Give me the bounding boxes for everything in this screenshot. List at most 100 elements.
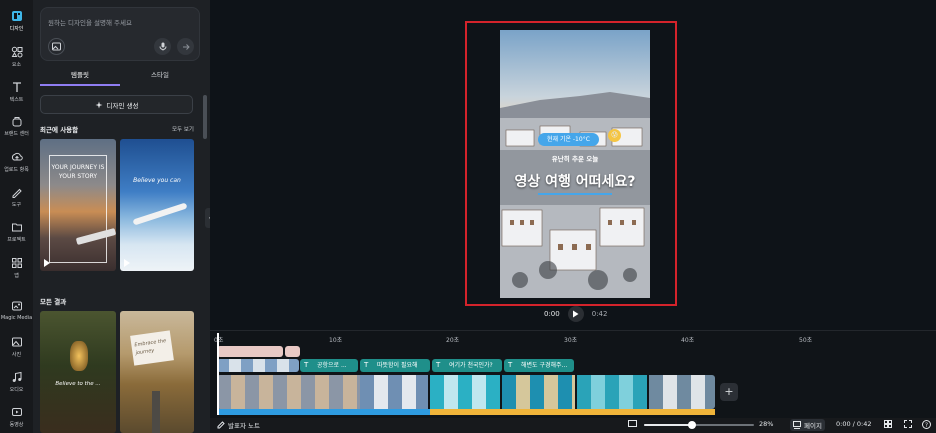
zoom-slider[interactable]: [644, 421, 754, 429]
rail-item-brand[interactable]: 브랜드 센터: [0, 115, 33, 137]
video-clip[interactable]: [649, 375, 715, 409]
fullscreen-button[interactable]: [904, 420, 912, 428]
grid-icon: [884, 420, 892, 428]
tab-styles[interactable]: 스타일: [120, 68, 200, 86]
rail-item-audio[interactable]: 오디오: [0, 371, 33, 393]
rail-label: 텍스트: [9, 97, 24, 103]
video-clip[interactable]: [502, 375, 575, 409]
audio-track[interactable]: [217, 409, 715, 415]
pages-button[interactable]: 페이지: [790, 419, 825, 431]
graphic-clip[interactable]: [285, 346, 300, 357]
help-button[interactable]: ?: [922, 420, 931, 429]
help-icon: ?: [922, 420, 931, 429]
text-clip-label: 여기가 천국인가?: [449, 362, 493, 369]
template-text: YOUR JOURNEY IS YOUR STORY: [51, 164, 105, 180]
video-clip[interactable]: [217, 375, 360, 409]
audio-segment[interactable]: [217, 409, 430, 415]
cold-face-icon: 😰: [608, 129, 621, 142]
panel-tabs: 템플릿 스타일: [40, 68, 200, 86]
headline-text: 영상 여행 어떠세요?: [514, 174, 636, 190]
fullscreen-icon: [904, 420, 912, 428]
microphone-icon: [159, 42, 166, 51]
play-icon: [573, 310, 579, 318]
template-thumbnail[interactable]: Believe you can: [120, 139, 194, 271]
brand-icon: [12, 117, 21, 127]
pages-icon: [793, 421, 801, 429]
video-clip[interactable]: [577, 375, 647, 409]
graphic-strip[interactable]: [217, 359, 299, 372]
rail-item-design[interactable]: 디자인: [0, 10, 33, 32]
rail-item-elements[interactable]: 요소: [0, 46, 33, 68]
zoom-value[interactable]: 28%: [759, 420, 773, 428]
tab-templates[interactable]: 템플릿: [40, 68, 120, 86]
design-prompt-box[interactable]: 원하는 디자인을 설명해 주세요: [40, 7, 200, 61]
play-button[interactable]: [567, 306, 584, 322]
playback-controls: 0:00 0:42: [544, 306, 607, 322]
graphic-clip[interactable]: [217, 346, 283, 357]
rail-label: 도구: [11, 202, 22, 208]
video-clip[interactable]: [430, 375, 500, 409]
notes-label: 발표자 노트: [228, 422, 260, 430]
rail-item-text[interactable]: 텍스트: [0, 81, 33, 103]
pages-label: 페이지: [804, 422, 822, 430]
rail-label: 업로드 항목: [4, 167, 29, 173]
generate-design-button[interactable]: 디자인 생성: [40, 95, 193, 114]
rail-item-projects[interactable]: 프로젝트: [0, 221, 33, 243]
total-time: 0:42: [591, 310, 608, 318]
ruler-tick: 40초: [681, 337, 695, 344]
play-icon: [44, 259, 50, 267]
see-all-link[interactable]: 모두 보기: [172, 125, 194, 133]
headline-underline: [538, 193, 612, 195]
text-clip[interactable]: T 공항으로 ...: [300, 359, 358, 372]
rail-label: 디자인: [9, 26, 24, 32]
rail-item-photos[interactable]: 사진: [0, 336, 33, 358]
play-icon: [124, 259, 130, 267]
upload-icon: [11, 152, 23, 161]
apps-icon: [11, 258, 22, 268]
text-clip[interactable]: T 해변도 구경해주...: [504, 359, 574, 372]
template-thumbnail[interactable]: Believe to the ...: [40, 311, 116, 433]
all-results-title: 모든 결과: [40, 298, 67, 306]
rail-item-video[interactable]: 동영상: [0, 406, 33, 428]
template-thumbnail[interactable]: YOUR JOURNEY IS YOUR STORY: [40, 139, 116, 271]
add-clip-button[interactable]: +: [720, 383, 738, 401]
rail-item-draw[interactable]: 도구: [0, 186, 33, 208]
text-clip[interactable]: T 여기가 천국인가?: [432, 359, 502, 372]
zoom-slider-handle[interactable]: [688, 421, 696, 429]
draw-icon: [12, 188, 22, 198]
text-clip-label: 따뜻함이 필요해: [377, 362, 418, 369]
time-readout: 0:00 / 0:42: [836, 420, 872, 428]
rail-label: 브랜드 센터: [4, 131, 29, 137]
generate-design-label: 디자인 생성: [106, 101, 139, 110]
text-icon: T: [508, 361, 513, 369]
rail-label: 앱: [14, 273, 19, 279]
video-canvas[interactable]: 현재 기온 -10°C 😰 유난히 추운 오늘 영상 여행 어떠세요?: [500, 30, 650, 298]
sparkle-icon: [95, 101, 103, 108]
attach-image-button[interactable]: [48, 38, 65, 55]
playhead[interactable]: [217, 333, 219, 415]
rail-item-apps[interactable]: 앱: [0, 257, 33, 279]
road-shape: [152, 391, 160, 433]
fit-button[interactable]: [628, 420, 637, 427]
panel-scrollbar[interactable]: [203, 95, 207, 139]
voice-input-button[interactable]: [154, 38, 171, 55]
video-track[interactable]: [217, 375, 715, 409]
text-icon: T: [304, 361, 309, 369]
ruler-tick: 10초: [329, 337, 343, 344]
rail-item-magic-media[interactable]: Magic Media: [0, 300, 33, 321]
rail-label: 오디오: [9, 387, 24, 393]
text-clip[interactable]: T 따뜻함이 필요해: [360, 359, 430, 372]
grid-view-button[interactable]: [884, 420, 892, 428]
video-clip[interactable]: [360, 375, 428, 409]
folder-icon: [11, 223, 22, 232]
text-clip-label: 해변도 구경해주...: [521, 362, 568, 369]
template-thumbnail[interactable]: Embrace the journey: [120, 311, 194, 433]
audio-segment[interactable]: [430, 409, 715, 415]
template-text: Embrace the journey: [134, 337, 167, 357]
submit-prompt-button[interactable]: [177, 38, 194, 55]
rail-label: 프로젝트: [7, 237, 26, 243]
prompt-placeholder[interactable]: 원하는 디자인을 설명해 주세요: [48, 17, 132, 27]
paper-note: Embrace the journey: [130, 330, 174, 366]
rail-item-upload[interactable]: 업로드 항목: [0, 151, 33, 173]
notes-button[interactable]: 발표자 노트: [217, 420, 260, 430]
